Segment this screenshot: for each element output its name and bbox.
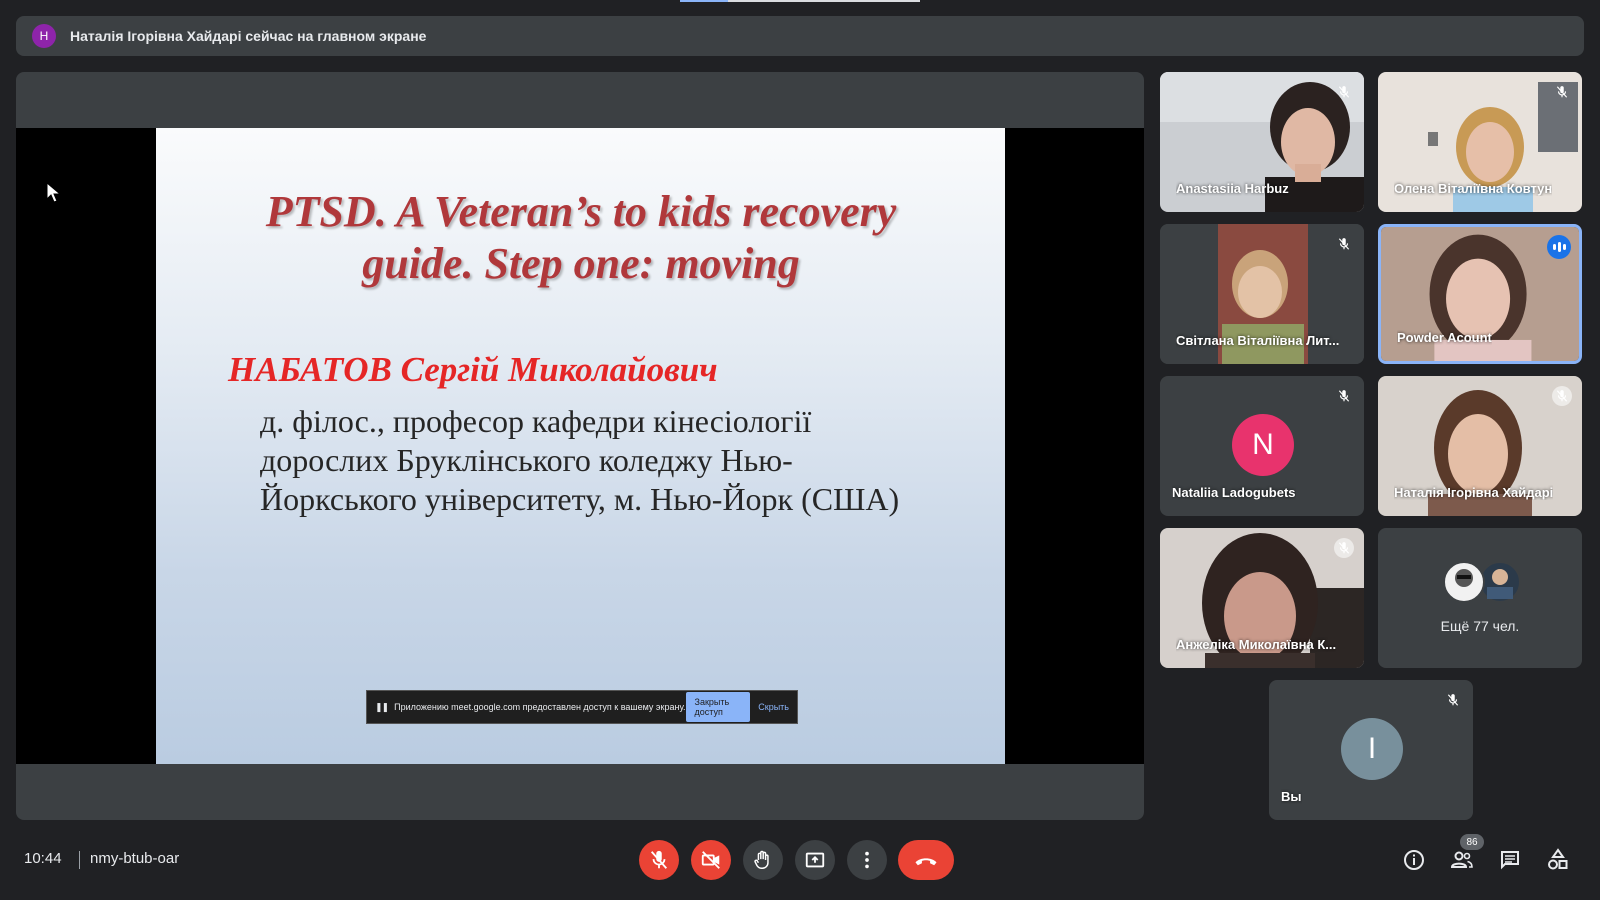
mouse-cursor-icon [46,182,62,203]
participant-tile[interactable]: Олена Віталіївна Ковтун [1378,72,1582,212]
mic-off-icon [1443,690,1463,710]
participant-name: Наталія Ігорівна Хайдарі [1394,485,1554,500]
participant-tile[interactable]: Світлана Віталіївна Лит... [1160,224,1364,364]
mic-off-icon [1552,386,1572,406]
mic-off-icon [1552,82,1572,102]
screen-share-bar: ❚❚ Приложению meet.google.com предоставл… [366,690,798,724]
shared-slide: PTSD. A Veteran’s to kids recovery guide… [156,128,1005,764]
self-avatar: I [1341,718,1403,780]
participant-name: Anastasiia Harbuz [1176,181,1289,196]
activities-icon[interactable] [1546,848,1570,872]
more-options-icon [865,851,869,869]
more-participants-tile[interactable]: Ещё 77 чел. [1378,528,1582,668]
pause-icon: ❚❚ [375,701,389,712]
stop-sharing-button[interactable]: Закрыть доступ [685,692,751,722]
presenter-banner-text: Наталія Ігорівна Хайдарі сейчас на главн… [70,28,427,44]
participant-avatars-stack [1443,561,1521,603]
leave-call-button[interactable] [898,840,954,880]
participant-tile[interactable]: Наталія Ігорівна Хайдарі [1378,376,1582,516]
participant-tile[interactable]: N Nataliia Ladogubets [1160,376,1364,516]
slide-title: PTSD. A Veteran’s to kids recovery guide… [265,187,897,288]
presenter-avatar: Н [32,24,56,48]
camera-off-icon [701,851,720,869]
raise-hand-icon [754,850,769,869]
mic-off-icon [650,850,668,869]
divider [79,851,80,869]
speaking-indicator-icon [1547,235,1571,259]
participant-tile-active[interactable]: Powder Acount [1378,224,1582,364]
more-participants-text: Ещё 77 чел. [1440,618,1520,634]
participant-name: Світлана Віталіївна Лит... [1176,333,1340,348]
mic-off-icon [1334,386,1354,406]
participant-name: Олена Віталіївна Ковтун [1394,181,1553,196]
camera-toggle-button[interactable] [691,840,731,880]
participant-name: Powder Acount [1397,330,1492,345]
more-options-button[interactable] [847,840,887,880]
slide-author: НАБАТОВ Сергій Миколайович [228,350,718,389]
participant-avatar: N [1232,414,1294,476]
presenter-banner: Н Наталія Ігорівна Хайдарі сейчас на гла… [16,16,1584,56]
meeting-code: nmy-btub-oar [90,850,180,867]
mic-off-icon [1334,538,1354,558]
mic-off-icon [1334,82,1354,102]
hide-bar-link[interactable]: Скрыть [758,702,789,712]
info-icon[interactable] [1402,848,1426,872]
participant-name: Nataliia Ladogubets [1172,485,1296,500]
slide-affiliation: д. філос., професор кафедри кінесіології… [260,403,900,517]
self-tile[interactable]: I Вы [1269,680,1473,820]
mic-off-icon [1334,234,1354,254]
present-now-button[interactable] [795,840,835,880]
end-call-icon [915,858,937,866]
people-icon[interactable] [1450,848,1474,872]
chat-icon[interactable] [1498,848,1522,872]
present-screen-icon [805,852,825,868]
share-message: Приложению meet.google.com предоставлен … [394,702,686,712]
presentation-stage: PTSD. A Veteran’s to kids recovery guide… [16,72,1144,820]
top-progress-line [680,0,920,2]
raise-hand-button[interactable] [743,840,783,880]
mic-toggle-button[interactable] [639,840,679,880]
clock: 10:44 [24,850,62,867]
people-count-badge: 86 [1460,834,1484,850]
participant-tile[interactable]: Anastasiia Harbuz [1160,72,1364,212]
participant-tile[interactable]: Анжеліка Миколаївна К... [1160,528,1364,668]
participant-name: Анжеліка Миколаївна К... [1176,637,1337,652]
self-name: Вы [1281,789,1302,804]
